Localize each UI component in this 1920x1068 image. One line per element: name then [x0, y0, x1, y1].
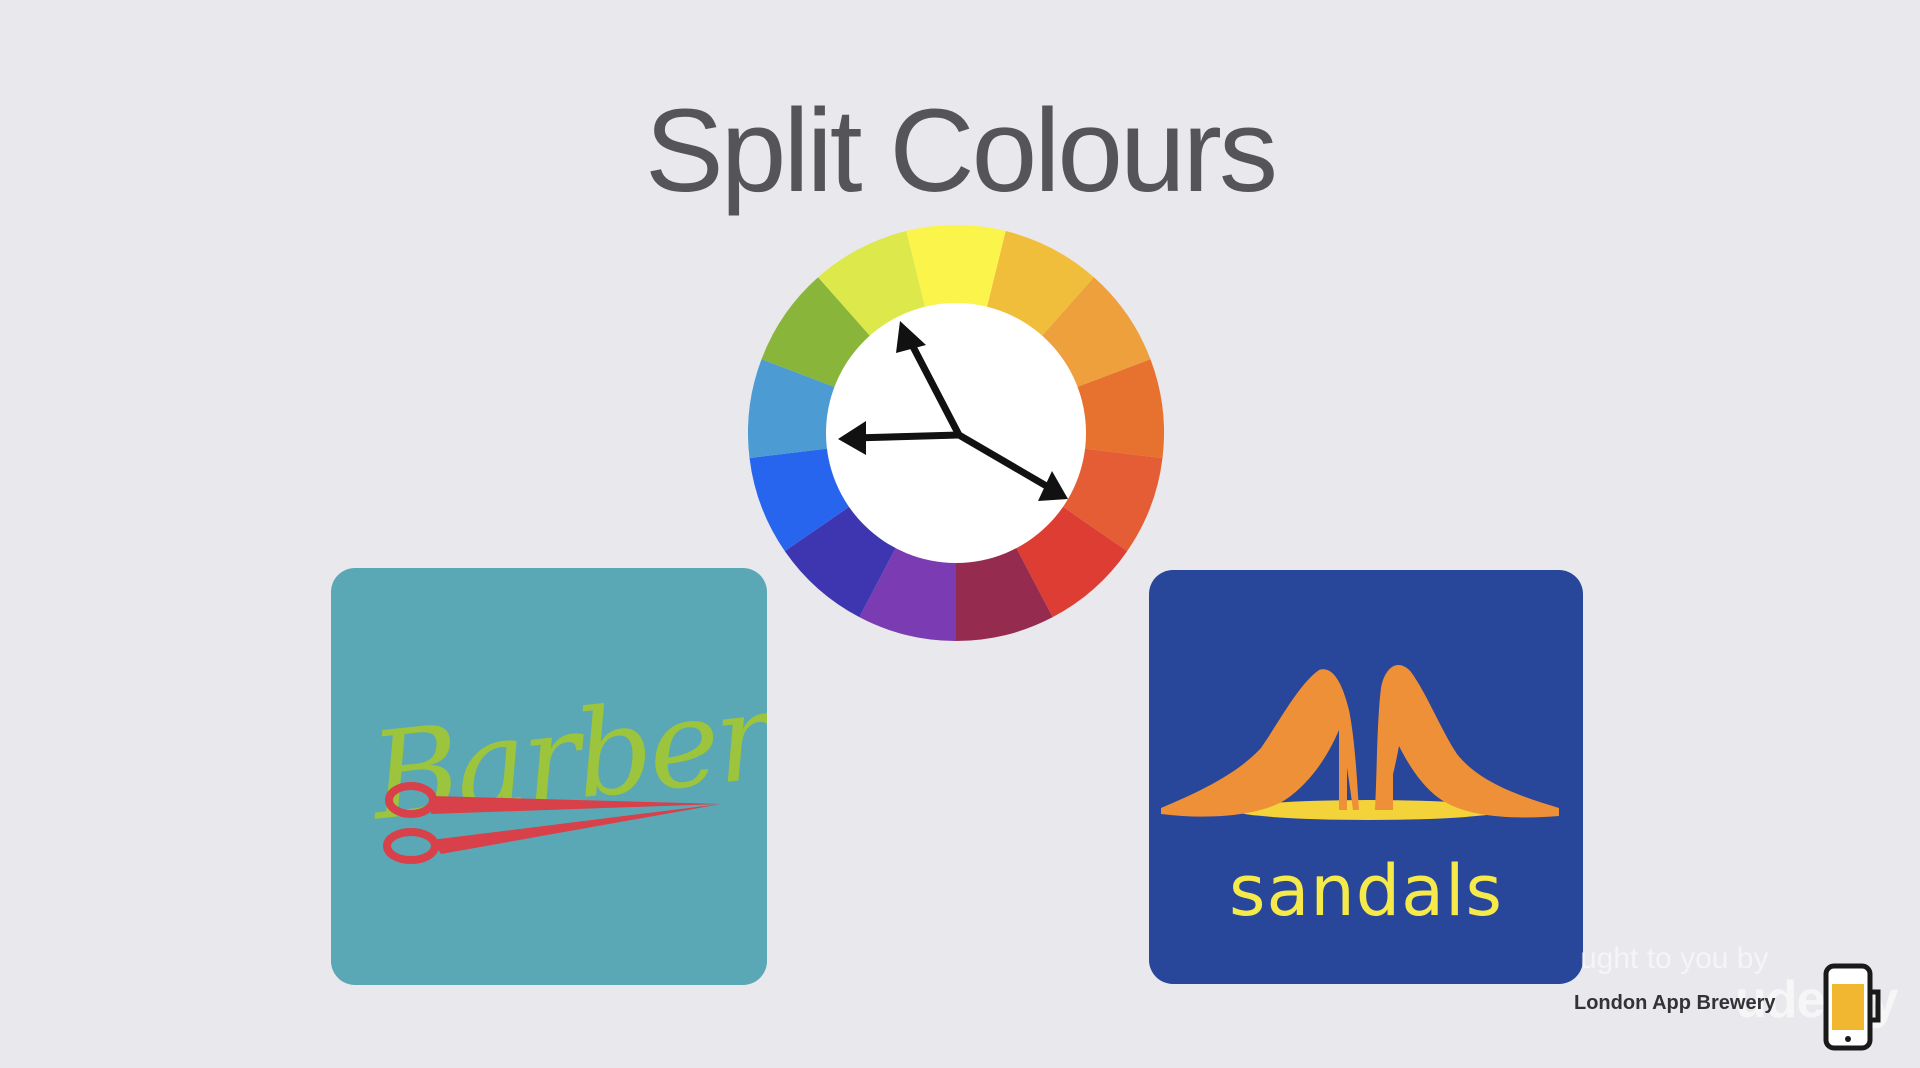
slide: Split Colours Barber sandals ught to you…	[0, 0, 1920, 1068]
scissors-icon	[383, 782, 721, 864]
sandals-logo-tile: sandals	[1149, 570, 1583, 984]
slide-title: Split Colours	[645, 85, 1278, 217]
credit-lower-text: London App Brewery	[1574, 992, 1776, 1014]
color-wheel-icon	[748, 225, 1164, 641]
credit-watermark: ught to you by udemy London App Brewery	[1560, 930, 1900, 1060]
beer-phone-icon	[1823, 963, 1881, 1051]
barber-logo-tile: Barber	[331, 568, 767, 985]
sandals-wordmark: sandals	[1229, 850, 1503, 932]
